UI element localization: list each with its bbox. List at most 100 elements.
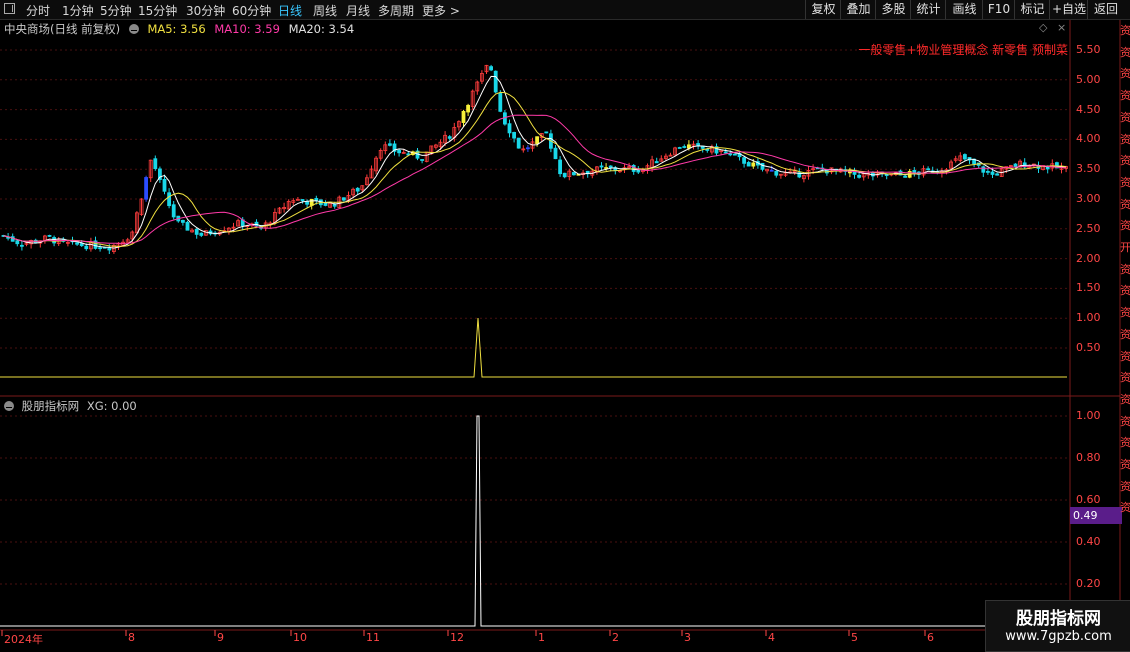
candle-body bbox=[144, 177, 149, 200]
candle-body bbox=[107, 247, 112, 251]
candle-body bbox=[387, 143, 392, 146]
indicator-tick: 0.20 bbox=[1076, 577, 1101, 590]
candle-body bbox=[420, 159, 425, 161]
candle-body bbox=[728, 153, 733, 156]
price-tick: 0.50 bbox=[1076, 341, 1101, 354]
candle-body bbox=[75, 242, 79, 245]
candle-body bbox=[912, 170, 917, 174]
candle-body bbox=[47, 235, 52, 237]
candle-body bbox=[171, 204, 176, 218]
date-tick: 2024年 bbox=[4, 633, 43, 646]
indicator-tick: 1.00 bbox=[1076, 409, 1101, 422]
candle-body bbox=[84, 245, 89, 250]
ma5-line bbox=[3, 75, 1067, 249]
candle-body bbox=[1013, 163, 1018, 168]
candle-body bbox=[986, 170, 990, 173]
ma20-label: MA20: 3.54 bbox=[288, 22, 355, 36]
candle-body bbox=[926, 168, 930, 171]
ma5-label: MA5: 3.56 bbox=[147, 22, 206, 36]
kline-chart[interactable] bbox=[0, 0, 1130, 650]
date-tick: 12 bbox=[450, 631, 464, 644]
candle-body bbox=[512, 132, 516, 139]
candle-body bbox=[682, 146, 687, 148]
price-tick: 1.50 bbox=[1076, 281, 1101, 295]
candle-body bbox=[852, 171, 857, 175]
candle-body bbox=[526, 147, 530, 150]
date-axis: 2024年 8 9 10 11 12 1 2 3 4 5 6 bbox=[0, 630, 1070, 650]
date-tick: 6 bbox=[927, 631, 934, 644]
candle-body bbox=[963, 154, 967, 160]
candle-body bbox=[599, 165, 604, 168]
candle-body bbox=[15, 240, 20, 245]
watermark-title: 股朋指标网 bbox=[1016, 609, 1101, 629]
candle-body bbox=[323, 202, 328, 206]
close-icon[interactable]: × bbox=[1057, 21, 1066, 34]
candle-body bbox=[654, 161, 659, 164]
candle-body bbox=[857, 174, 861, 178]
candle-body bbox=[995, 173, 999, 176]
price-tick: 5.00 bbox=[1076, 72, 1101, 86]
candle-body bbox=[98, 247, 102, 250]
ma10-label: MA10: 3.59 bbox=[214, 22, 280, 36]
price-tick: 5.50 bbox=[1076, 43, 1101, 56]
candle-body bbox=[314, 198, 319, 201]
indicator-tick: 0.60 bbox=[1076, 493, 1101, 506]
candle-body bbox=[489, 66, 494, 71]
date-tick: 11 bbox=[366, 631, 380, 644]
candle-body bbox=[397, 149, 402, 154]
candle-body bbox=[466, 104, 471, 113]
xg-indicator-line bbox=[0, 415, 1067, 627]
price-tick: 4.00 bbox=[1076, 132, 1101, 146]
current-value-badge: 0.49 bbox=[1070, 507, 1122, 524]
indicator-title: 股朋指标网 bbox=[21, 399, 80, 413]
candle-body bbox=[535, 136, 539, 145]
indicator-tick: 0.40 bbox=[1076, 535, 1101, 548]
candle-body bbox=[751, 162, 756, 167]
candle-body bbox=[507, 123, 512, 134]
main-chart-header: 中央商场(日线 前复权) MA5: 3.56 MA10: 3.59 MA20: … bbox=[4, 21, 359, 37]
candle-body bbox=[180, 219, 185, 223]
candle-body bbox=[562, 172, 567, 178]
candle-body bbox=[516, 137, 521, 149]
candle-body bbox=[79, 243, 84, 247]
candle-body bbox=[572, 172, 576, 176]
candle-body bbox=[167, 192, 172, 207]
candle-body bbox=[677, 147, 682, 149]
candle-body bbox=[355, 187, 360, 192]
date-tick: 9 bbox=[217, 631, 224, 644]
price-tick: 1.00 bbox=[1076, 311, 1101, 325]
indicator-header: 股朋指标网 XG: 0.00 bbox=[4, 398, 137, 414]
date-tick: 5 bbox=[851, 631, 858, 644]
concept-tags: 一般零售+物业管理概念 新零售 预制菜 bbox=[858, 43, 1068, 57]
site-watermark: 股朋指标网 www.7gpzb.com bbox=[985, 600, 1130, 652]
price-tick: 2.00 bbox=[1076, 251, 1101, 265]
candle-body bbox=[162, 178, 167, 192]
candle-body bbox=[341, 197, 346, 201]
date-tick: 2 bbox=[612, 631, 619, 644]
indicator-tick: 0.80 bbox=[1076, 451, 1101, 464]
candle-body bbox=[493, 70, 498, 93]
candle-body bbox=[733, 153, 737, 156]
eye-icon[interactable] bbox=[4, 401, 14, 411]
candle-body bbox=[884, 174, 889, 176]
xg-label: XG: 0.00 bbox=[86, 399, 137, 413]
candle-body bbox=[604, 167, 608, 169]
candle-body bbox=[461, 110, 466, 123]
candle-body bbox=[300, 199, 305, 202]
candle-body bbox=[199, 232, 204, 236]
price-tick: 3.00 bbox=[1076, 192, 1101, 205]
candle-body bbox=[309, 198, 314, 206]
candle-body bbox=[498, 93, 503, 112]
diamond-icon[interactable]: ◇ bbox=[1039, 21, 1047, 34]
candle-body bbox=[544, 131, 549, 134]
eye-icon[interactable] bbox=[128, 24, 139, 34]
candle-body bbox=[990, 171, 995, 175]
candle-body bbox=[723, 151, 728, 154]
candle-body bbox=[194, 228, 199, 235]
candle-body bbox=[19, 244, 24, 247]
candle-body bbox=[558, 159, 562, 175]
price-tick: 4.50 bbox=[1076, 102, 1101, 116]
candle-body bbox=[774, 170, 779, 176]
candle-body bbox=[742, 157, 746, 164]
candle-body bbox=[185, 221, 190, 231]
